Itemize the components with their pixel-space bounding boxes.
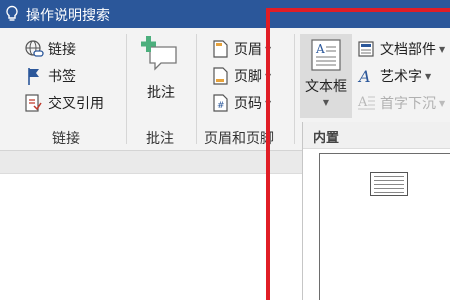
- word-window: 操作说明搜索 链接 书签 交叉引用 链接 批注 批注 页眉 ▼ 页脚 ▼ # 页…: [0, 0, 450, 300]
- quick-parts-icon: [358, 41, 374, 57]
- text-box-dropdown-arrow: ▼: [322, 98, 330, 107]
- header-button[interactable]: 页眉 ▼: [210, 37, 271, 61]
- svg-text:A: A: [357, 67, 371, 86]
- quick-parts-button[interactable]: 文档部件 ▼: [356, 37, 445, 61]
- footer-button[interactable]: 页脚 ▼: [210, 64, 271, 88]
- header-dropdown-arrow: ▼: [265, 44, 272, 54]
- new-comment-icon: [141, 36, 177, 71]
- hyperlink-icon: [25, 40, 44, 57]
- simple-text-box-thumbnail[interactable]: [319, 153, 450, 300]
- page-number-icon: #: [213, 94, 228, 112]
- page-number-button[interactable]: # 页码 ▼: [210, 91, 271, 115]
- text-box-preview: [370, 172, 408, 196]
- text-box-gallery: 内置: [302, 122, 450, 300]
- footer-dropdown-arrow: ▼: [265, 71, 272, 81]
- footer-label: 页脚: [234, 69, 262, 85]
- ruler-strip: [0, 151, 302, 174]
- bookmark-button[interactable]: 书签: [24, 64, 76, 88]
- text-box-label: 文本框: [305, 79, 347, 95]
- group-separator: [126, 34, 127, 144]
- drop-cap-icon: A: [357, 95, 375, 110]
- links-group-label: 链接: [52, 131, 80, 147]
- document-area[interactable]: [0, 151, 302, 300]
- page-number-label: 页码: [234, 96, 262, 112]
- group-separator: [196, 34, 197, 144]
- text-box-button[interactable]: A 文本框 ▼: [300, 34, 352, 118]
- new-comment-button[interactable]: 批注: [138, 36, 184, 102]
- hyperlink-button[interactable]: 链接: [24, 37, 76, 61]
- drop-cap-button[interactable]: A 首字下沉 ▼: [356, 91, 445, 115]
- wordart-dropdown-arrow: ▼: [425, 71, 432, 81]
- drop-cap-label: 首字下沉: [380, 96, 436, 112]
- comments-group-label: 批注: [146, 131, 174, 147]
- gallery-header-label: 内置: [313, 131, 340, 146]
- new-comment-label: 批注: [147, 85, 175, 101]
- header-icon: [213, 40, 228, 58]
- svg-text:A: A: [357, 95, 368, 110]
- wordart-icon: A: [357, 67, 371, 86]
- bookmark-icon: [28, 68, 39, 85]
- bookmark-label: 书签: [48, 69, 76, 85]
- title-bar: 操作说明搜索: [0, 0, 450, 28]
- svg-text:#: #: [217, 101, 225, 111]
- svg-text:A: A: [315, 42, 325, 56]
- cross-reference-label: 交叉引用: [48, 96, 104, 112]
- cross-reference-icon: [25, 94, 42, 112]
- quick-parts-label: 文档部件: [380, 42, 436, 58]
- drop-cap-dropdown-arrow: ▼: [439, 98, 446, 108]
- hyperlink-label: 链接: [48, 42, 76, 58]
- footer-icon: [213, 67, 228, 85]
- wordart-label: 艺术字: [380, 69, 422, 85]
- text-box-icon: A: [311, 39, 341, 71]
- group-separator: [294, 34, 295, 144]
- lightbulb-icon: [6, 5, 18, 21]
- header-footer-group-label: 页眉和页脚: [204, 131, 274, 147]
- gallery-body: [303, 149, 450, 300]
- header-label: 页眉: [234, 42, 262, 58]
- cross-reference-button[interactable]: 交叉引用: [24, 91, 104, 115]
- page-number-dropdown-arrow: ▼: [265, 98, 272, 108]
- gallery-header: 内置: [303, 122, 450, 149]
- tell-me-search[interactable]: 操作说明搜索: [26, 5, 110, 25]
- quick-parts-dropdown-arrow: ▼: [439, 44, 446, 54]
- wordart-button[interactable]: A 艺术字 ▼: [356, 64, 431, 88]
